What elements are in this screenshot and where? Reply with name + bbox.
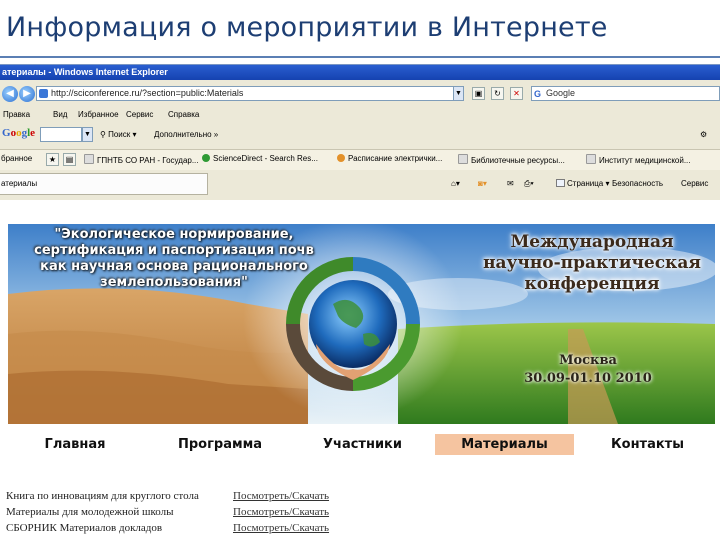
google-logo: Google — [2, 127, 36, 139]
compat-icon[interactable]: ▣ — [472, 87, 485, 100]
document-title: Книга по инновациям для круглого стола — [6, 490, 199, 502]
suggested-sites-icon[interactable]: ▤ — [63, 153, 76, 166]
favorite-link[interactable]: Библиотечные ресурсы... — [458, 154, 565, 165]
slide-title: Информация о мероприятии в Интернете — [6, 12, 608, 43]
google-search-label: Поиск — [108, 130, 131, 139]
google-toolbar: Google ▼ ⚲ Поиск ▾ Дополнительно » ⚙ — [0, 124, 720, 146]
favorite-link[interactable]: Институт медицинской... — [586, 154, 691, 165]
banner-conference-type: Международная научно-практическая конфер… — [483, 232, 701, 294]
forward-icon[interactable]: ▶ — [19, 86, 35, 102]
favorite-link[interactable]: ГПНТБ СО РАН - Государ... — [84, 154, 199, 165]
title-divider — [0, 56, 720, 58]
url-dropdown-icon[interactable]: ▼ — [453, 86, 464, 101]
menu-item-favorites[interactable]: Избранное — [78, 110, 119, 119]
address-bar: ◀ ▶ http://sciconference.ru/?section=pub… — [0, 85, 720, 105]
favorites-bar: бранное ★ ▤ ГПНТБ СО РАН - Государ... Sc… — [0, 149, 720, 170]
toolbar-settings-icon[interactable]: ⚙ — [700, 130, 707, 139]
stop-icon[interactable]: ✕ — [510, 87, 523, 100]
menu-item-view[interactable]: Вид — [53, 110, 67, 119]
url-input[interactable]: http://sciconference.ru/?section=public:… — [36, 86, 464, 101]
back-icon[interactable]: ◀ — [2, 86, 18, 102]
nav-participants[interactable]: Участники — [305, 434, 420, 455]
url-text: http://sciconference.ru/?section=public:… — [51, 88, 244, 98]
window-title: атериалы - Windows Internet Explorer — [0, 65, 720, 80]
banner-date: 30.09-01.10 2010 — [524, 371, 652, 386]
document-title: СБОРНИК Материалов докладов — [6, 522, 163, 534]
nav-program[interactable]: Программа — [160, 434, 280, 455]
page-icon — [586, 154, 596, 164]
menu-item-help[interactable]: Справка — [168, 110, 199, 119]
globe-icon — [202, 154, 210, 162]
google-toolbar-input[interactable] — [40, 127, 82, 142]
browser-tab[interactable]: атериалы — [0, 173, 208, 195]
magnifier-icon: ⚲ — [100, 130, 106, 139]
feed-icon — [337, 154, 345, 162]
tab-bar: атериалы ⌂▾ ◙▾ ✉ ⎙▾ Страница ▾ Безопасно… — [0, 171, 720, 197]
mail-icon[interactable]: ✉ — [507, 179, 514, 188]
menu-item-tools[interactable]: Сервис — [126, 110, 153, 119]
search-input[interactable]: G Google — [531, 86, 720, 101]
tools-menu-button[interactable]: Сервис — [681, 179, 708, 188]
document-download-link[interactable]: Посмотреть/Скачать — [233, 520, 329, 536]
favorites-label[interactable]: бранное — [1, 154, 32, 163]
nav-contacts[interactable]: Контакты — [595, 434, 700, 455]
page-icon — [39, 89, 48, 98]
add-favorite-icon[interactable]: ★ — [46, 153, 59, 166]
document-download-link[interactable]: Посмотреть/Скачать — [233, 504, 329, 520]
chevron-down-icon: ▾ — [132, 130, 137, 139]
site-navigation: Главная Программа Участники Материалы Ко… — [0, 434, 720, 456]
google-search-icon: G — [534, 89, 542, 99]
page-icon — [458, 154, 468, 164]
document-download-link[interactable]: Посмотреть/Скачать — [233, 488, 329, 504]
banner-conference-theme: "Экологическое нормирование, сертификаци… — [34, 227, 314, 290]
page-icon — [556, 179, 565, 187]
search-placeholder: Google — [546, 88, 576, 98]
conference-banner: "Экологическое нормирование, сертификаци… — [8, 224, 715, 424]
favorite-link[interactable]: Расписание электрички... — [337, 154, 442, 163]
nav-materials[interactable]: Материалы — [435, 434, 574, 455]
safety-menu-button[interactable]: Безопасность — [612, 179, 663, 188]
document-title: Материалы для молодежной школы — [6, 506, 174, 518]
browser-window: атериалы - Windows Internet Explorer ◀ ▶… — [0, 64, 720, 200]
google-dropdown-icon[interactable]: ▼ — [82, 127, 93, 142]
google-more-button[interactable]: Дополнительно » — [154, 130, 218, 139]
page-menu-button[interactable]: Страница ▾ — [556, 179, 610, 188]
favorite-link[interactable]: ScienceDirect - Search Res... — [202, 154, 318, 163]
refresh-icon[interactable]: ↻ — [491, 87, 504, 100]
menu-item-edit[interactable]: Правка — [3, 110, 30, 119]
banner-city: Москва — [559, 353, 617, 368]
rss-icon[interactable]: ◙▾ — [478, 179, 487, 188]
print-icon[interactable]: ⎙▾ — [524, 179, 534, 189]
google-search-button[interactable]: ⚲ Поиск ▾ — [100, 130, 137, 139]
menu-bar: Правка Вид Избранное Сервис Справка — [0, 107, 720, 123]
nav-home[interactable]: Главная — [20, 434, 130, 455]
home-icon[interactable]: ⌂▾ — [451, 179, 460, 188]
page-icon — [84, 154, 94, 164]
